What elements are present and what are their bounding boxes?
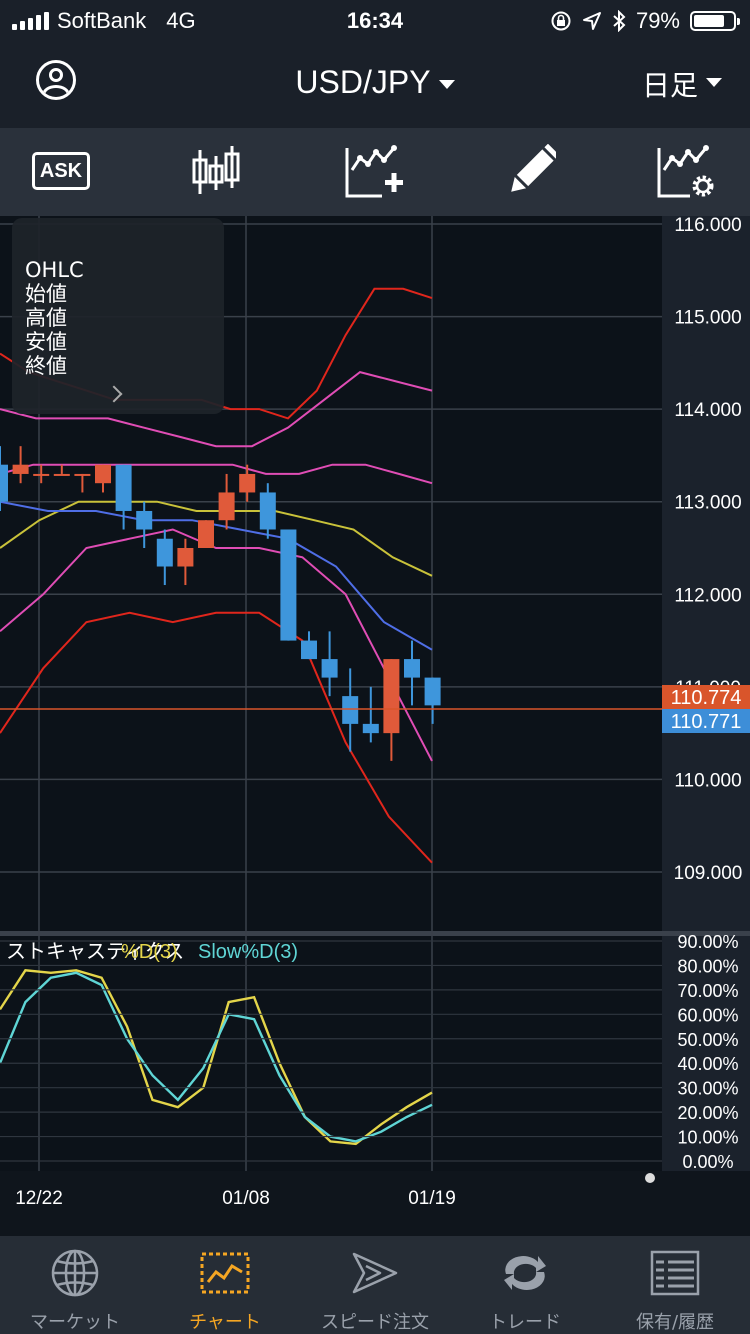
date-axis-label: 01/19	[408, 1188, 456, 1209]
bluetooth-icon	[613, 10, 626, 32]
candle-body	[33, 473, 50, 476]
candle-body	[280, 529, 297, 641]
globe-icon	[51, 1249, 99, 1297]
period-label: 日足	[641, 69, 698, 102]
candle-body	[301, 640, 317, 660]
chevron-down-icon	[706, 78, 722, 87]
tab-speed-order[interactable]: スピード注文	[300, 1236, 450, 1334]
bid-price-label: 110.771	[671, 711, 742, 733]
scroll-indicator	[645, 1173, 655, 1183]
price-axis-label: 112.000	[674, 585, 741, 606]
candle-body	[383, 659, 400, 734]
tab-chart[interactable]: チャート	[150, 1236, 300, 1334]
chevron-right-icon	[105, 385, 123, 403]
period-selector[interactable]: 日足	[641, 64, 722, 104]
tab-positions-history[interactable]: 保有/履歴	[600, 1236, 750, 1334]
tab-market[interactable]: マーケット	[0, 1236, 150, 1334]
trade-icon	[504, 1256, 546, 1290]
nav-bar: USD/JPY 日足	[0, 42, 750, 128]
orientation-lock-icon	[551, 11, 571, 31]
candle-body	[156, 538, 173, 567]
tab-market-label: マーケット	[30, 1312, 120, 1333]
candle-body	[259, 492, 276, 530]
stochastic-axis-label: 40.00%	[677, 1054, 738, 1074]
chart-icon	[200, 1252, 250, 1294]
stochastic-axis-label: 20.00%	[677, 1103, 738, 1123]
price-axis-label: 116.000	[674, 216, 741, 236]
price-axis-label: 115.000	[674, 308, 741, 329]
candle-body	[115, 464, 132, 511]
price-axis-label: 110.000	[674, 770, 741, 791]
price-axis-label: 109.000	[674, 863, 743, 884]
stochastic-axis-label: 30.00%	[677, 1079, 738, 1099]
battery-icon	[690, 11, 740, 31]
stochastic-slow-label: Slow%D(3)	[198, 941, 298, 963]
battery-percent: 79%	[635, 8, 680, 33]
candle-body	[53, 473, 70, 476]
candle-body	[198, 520, 214, 548]
list-icon	[650, 1250, 700, 1296]
candle-body	[177, 548, 194, 567]
ohlc-open-label: 始値	[25, 282, 67, 306]
candle-body	[362, 723, 379, 734]
pencil-icon[interactable]	[506, 144, 556, 200]
candle-body	[95, 464, 111, 484]
price-axis-label: 113.000	[674, 493, 741, 514]
candle-body	[218, 492, 235, 521]
price-axis-label: 114.000	[674, 400, 741, 421]
candle-body	[342, 696, 359, 724]
candle-body	[12, 464, 29, 474]
status-bar: SoftBank 4G 16:34 79%	[0, 0, 750, 42]
stochastic-axis-label: 80.00%	[677, 956, 738, 976]
candle-body	[136, 510, 153, 530]
stochastic-d-label: %D(3)	[121, 941, 178, 963]
tab-bar: マーケット チャート スピード注文 トレード 保有/履歴	[0, 1236, 750, 1334]
chevron-down-icon	[438, 80, 455, 90]
candle-body	[404, 659, 420, 678]
ohlc-low-label: 安値	[25, 330, 67, 354]
stochastic-axis-label: 0.00%	[682, 1152, 733, 1172]
speed-order-icon	[352, 1252, 398, 1294]
tab-positions-history-label: 保有/履歴	[635, 1312, 715, 1333]
tab-trade-label: トレード	[489, 1312, 561, 1333]
tab-speed-order-label: スピード注文	[321, 1312, 429, 1333]
add-indicator-icon[interactable]	[344, 144, 404, 200]
indicator-settings-icon[interactable]	[656, 144, 716, 200]
chart-toolbar: ASK	[0, 128, 750, 216]
tab-trade[interactable]: トレード	[450, 1236, 600, 1334]
candle-body	[239, 473, 256, 493]
tab-chart-label: チャート	[189, 1312, 261, 1333]
location-icon	[582, 12, 601, 30]
stochastic-axis-label: 10.00%	[677, 1128, 738, 1148]
candlestick-icon[interactable]	[188, 144, 244, 200]
date-axis-label: 01/08	[222, 1188, 270, 1209]
currency-pair-label: USD/JPY	[295, 64, 431, 100]
ask-price-label: 110.774	[671, 687, 742, 709]
currency-pair-selector[interactable]: USD/JPY	[0, 64, 750, 101]
stochastic-axis-label: 60.00%	[677, 1005, 738, 1025]
candle-body	[0, 464, 8, 502]
ohlc-high-label: 高値	[25, 306, 67, 330]
ask-bid-toggle-button[interactable]: ASK	[32, 152, 90, 190]
candle-body	[74, 473, 91, 476]
stochastic-axis-label: 70.00%	[677, 981, 738, 1001]
candle-body	[424, 677, 441, 706]
ohlc-title: OHLC	[25, 258, 84, 282]
stochastic-axis-label: 50.00%	[677, 1030, 738, 1050]
candle-body	[321, 659, 338, 678]
ohlc-panel[interactable]: OHLC 始値 高値 安値 終値	[12, 218, 224, 414]
ohlc-close-label: 終値	[25, 354, 67, 378]
stochastic-axis-label: 90.00%	[677, 932, 738, 952]
date-axis-label: 12/22	[15, 1188, 63, 1209]
